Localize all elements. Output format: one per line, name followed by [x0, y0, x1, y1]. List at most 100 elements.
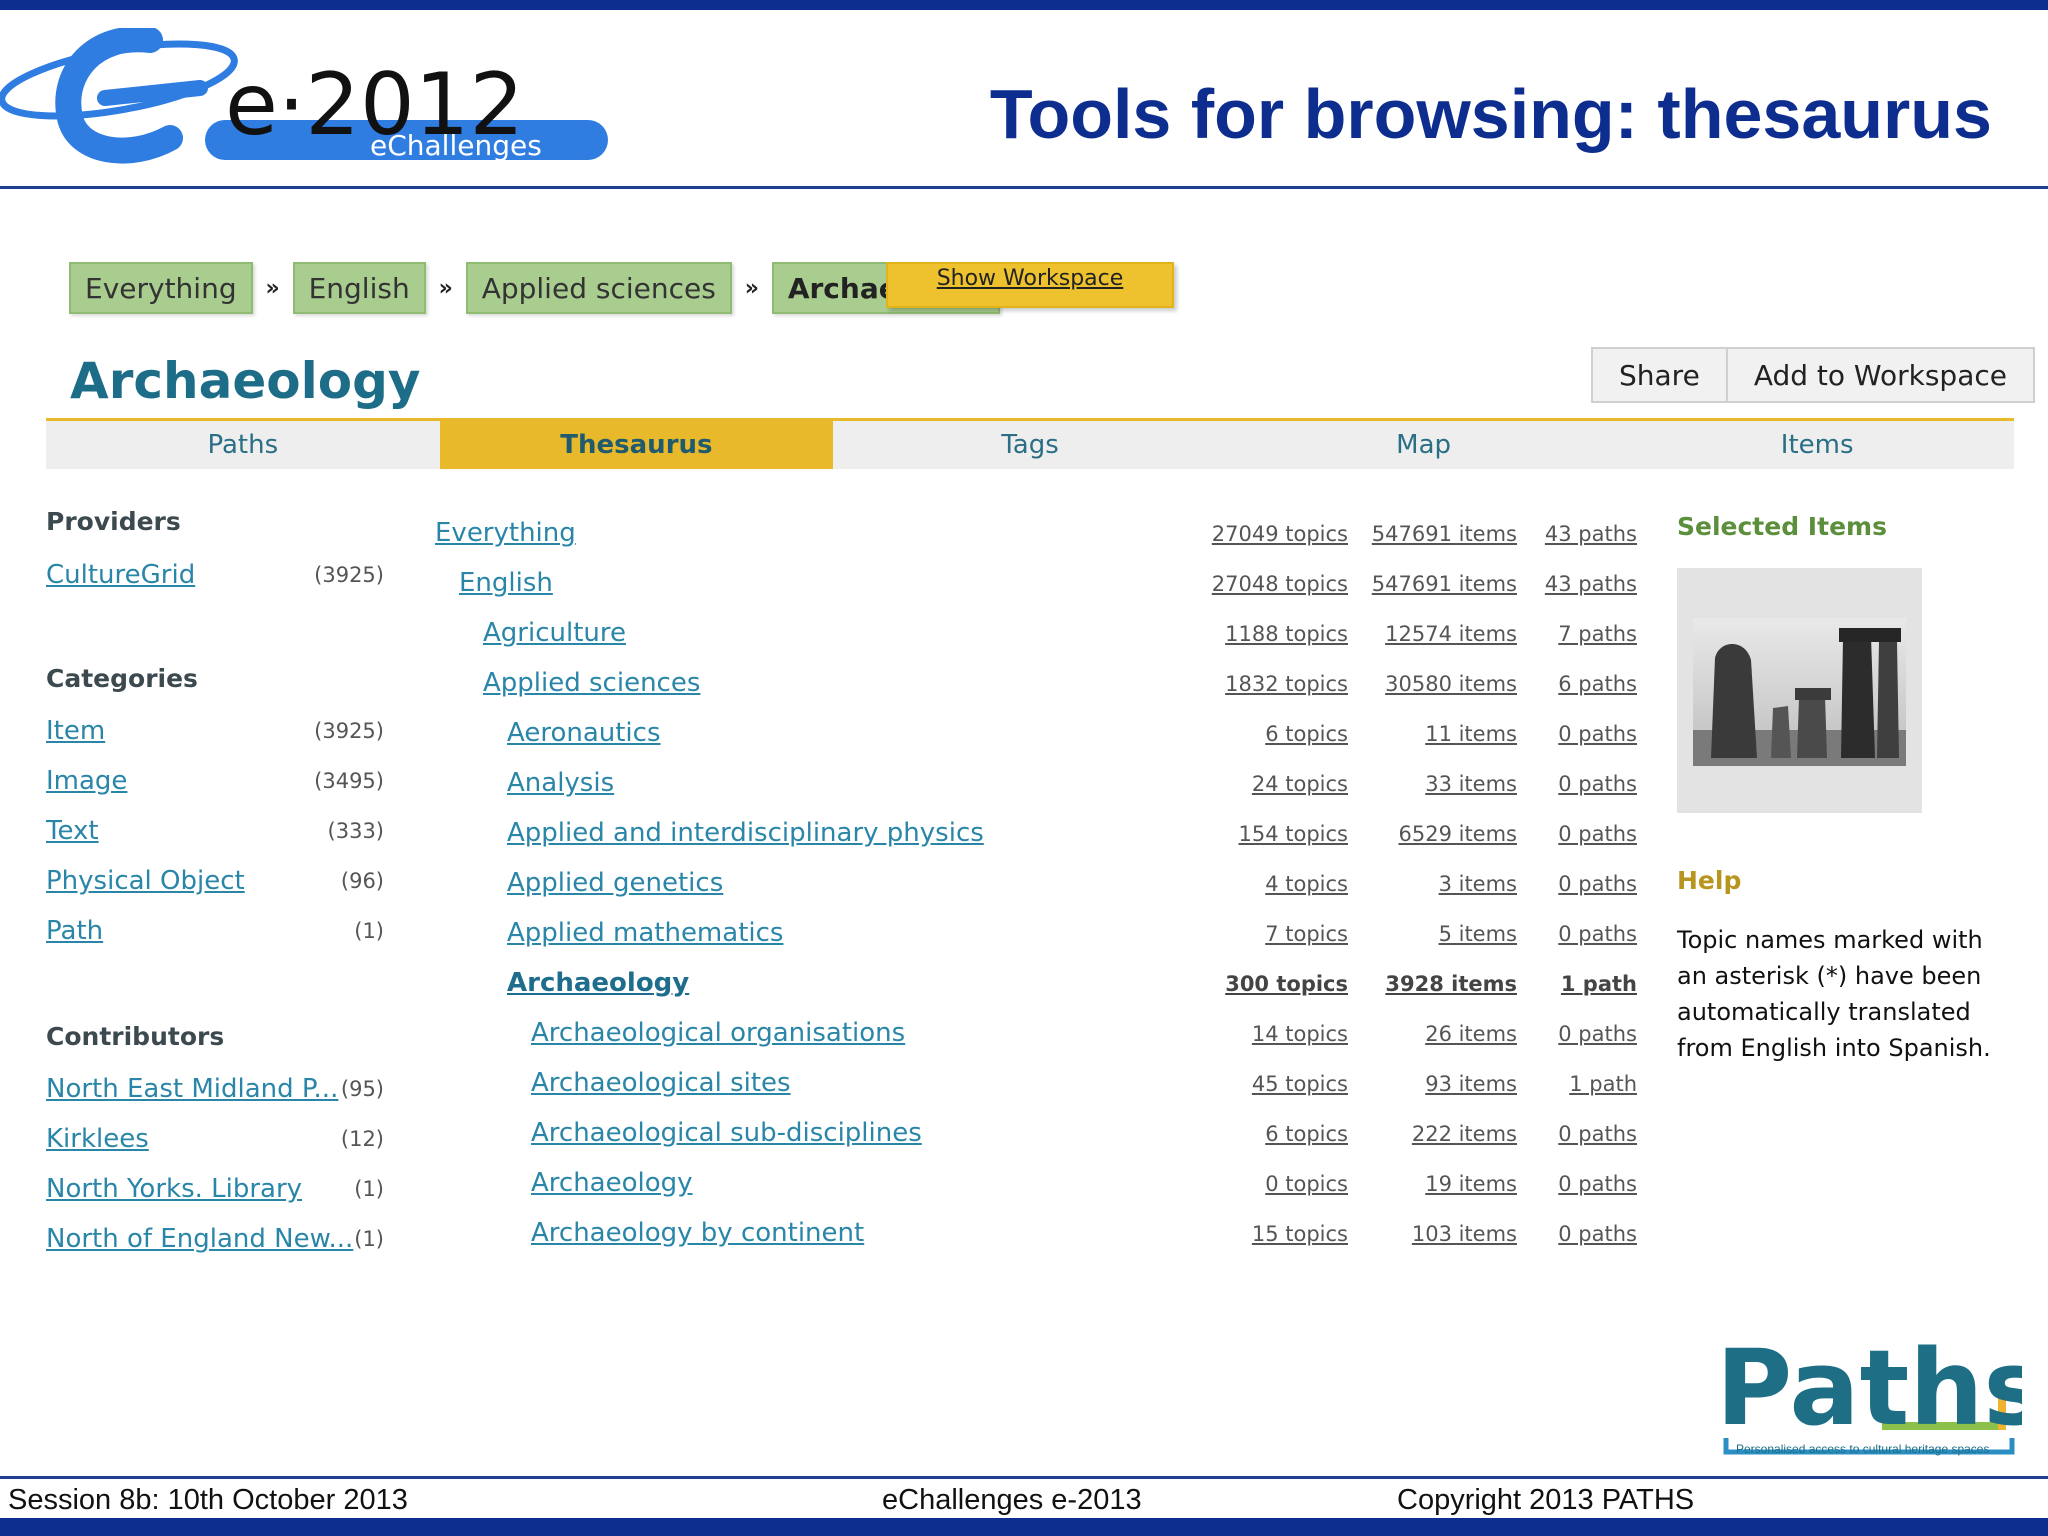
thesaurus-row: Applied and interdisciplinary physics 15…: [0, 818, 1640, 862]
footer-divider: [0, 1476, 2048, 1479]
topics-count-link[interactable]: 300 topics: [1160, 972, 1348, 1016]
topics-count-link[interactable]: 27048 topics: [1160, 572, 1348, 616]
breadcrumb-applied-sciences[interactable]: Applied sciences: [465, 262, 732, 314]
topics-count-link[interactable]: 1832 topics: [1160, 672, 1348, 716]
topic-link[interactable]: Archaeology by continent: [531, 1218, 864, 1248]
footer-event: eChallenges e-2013: [882, 1484, 1142, 1516]
paths-count-link[interactable]: 0 paths: [1530, 1122, 1637, 1166]
topic-link[interactable]: Archaeology: [531, 1168, 693, 1198]
thesaurus-row: Applied sciences 1832 topics 30580 items…: [0, 668, 1640, 712]
items-count-link[interactable]: 26 items: [1360, 1022, 1517, 1066]
footer-session: Session 8b: 10th October 2013: [8, 1484, 408, 1516]
items-count-link[interactable]: 5 items: [1360, 922, 1517, 966]
topic-link[interactable]: Archaeological organisations: [531, 1018, 905, 1048]
paths-count-link[interactable]: 0 paths: [1530, 722, 1637, 766]
topic-link[interactable]: Applied mathematics: [507, 918, 783, 948]
thesaurus-row: English 27048 topics 547691 items 43 pat…: [0, 568, 1640, 612]
tab-paths[interactable]: Paths: [46, 421, 440, 469]
add-to-workspace-button[interactable]: Add to Workspace: [1725, 349, 2033, 401]
thesaurus-row: Agriculture 1188 topics 12574 items 7 pa…: [0, 618, 1640, 662]
tab-items[interactable]: Items: [1620, 421, 2014, 469]
paths-count-link[interactable]: 0 paths: [1530, 822, 1637, 866]
breadcrumb-everything[interactable]: Everything: [69, 262, 253, 314]
thesaurus-row: Archaeology 0 topics 19 items 0 paths: [0, 1168, 1640, 1212]
topics-count-link[interactable]: 0 topics: [1160, 1172, 1348, 1216]
topic-link[interactable]: Applied and interdisciplinary physics: [507, 818, 984, 848]
items-count-link[interactable]: 11 items: [1360, 722, 1517, 766]
paths-count-link[interactable]: 0 paths: [1530, 872, 1637, 916]
thesaurus-row: Applied genetics 4 topics 3 items 0 path…: [0, 868, 1640, 912]
topic-link[interactable]: Analysis: [507, 768, 614, 798]
items-count-link[interactable]: 547691 items: [1360, 522, 1517, 566]
topics-count-link[interactable]: 6 topics: [1160, 722, 1348, 766]
items-count-link[interactable]: 6529 items: [1360, 822, 1517, 866]
topic-link[interactable]: Applied sciences: [483, 668, 700, 698]
paths-count-link[interactable]: 0 paths: [1530, 772, 1637, 816]
topics-count-link[interactable]: 24 topics: [1160, 772, 1348, 816]
topic-link-current[interactable]: Archaeology: [507, 968, 689, 998]
topics-count-link[interactable]: 4 topics: [1160, 872, 1348, 916]
items-count-link[interactable]: 30580 items: [1360, 672, 1517, 716]
slide-title: Tools for browsing: thesaurus: [989, 75, 1992, 153]
paths-count-link[interactable]: 43 paths: [1530, 572, 1637, 616]
items-count-link[interactable]: 222 items: [1360, 1122, 1517, 1166]
paths-count-link[interactable]: 0 paths: [1530, 1222, 1637, 1266]
paths-count-link[interactable]: 7 paths: [1530, 622, 1637, 666]
thesaurus-row: Archaeology by continent 15 topics 103 i…: [0, 1218, 1640, 1262]
share-button[interactable]: Share: [1593, 349, 1726, 401]
topics-count-link[interactable]: 154 topics: [1160, 822, 1349, 866]
topics-count-link[interactable]: 7 topics: [1160, 922, 1348, 966]
paths-count-link[interactable]: 0 paths: [1530, 1022, 1637, 1066]
stonehenge-thumbnail: [1693, 618, 1906, 766]
bottom-bar: [0, 1518, 2048, 1536]
topic-link[interactable]: Aeronautics: [507, 718, 661, 748]
paths-count-link[interactable]: 0 paths: [1530, 1172, 1637, 1216]
breadcrumb-separator: »: [744, 275, 759, 301]
topics-count-link[interactable]: 15 topics: [1160, 1222, 1348, 1266]
breadcrumb-separator: »: [265, 275, 280, 301]
items-count-link[interactable]: 3928 items: [1360, 972, 1517, 1016]
selected-item-card[interactable]: [1677, 568, 1922, 813]
tab-tags[interactable]: Tags: [833, 421, 1227, 469]
topics-count-link[interactable]: 14 topics: [1160, 1022, 1348, 1066]
topics-count-link[interactable]: 27049 topics: [1160, 522, 1348, 566]
thesaurus-row: Analysis 24 topics 33 items 0 paths: [0, 768, 1640, 812]
items-count-link[interactable]: 33 items: [1360, 772, 1517, 816]
topics-count-link[interactable]: 1188 topics: [1160, 622, 1348, 666]
thesaurus-row: Everything 27049 topics 547691 items 43 …: [0, 518, 1640, 562]
items-count-link[interactable]: 19 items: [1360, 1172, 1517, 1216]
topic-link[interactable]: Everything: [435, 518, 576, 548]
top-bar: [0, 0, 2048, 10]
help-heading: Help: [1677, 866, 1742, 895]
help-text: Topic names marked with an asterisk (*) …: [1677, 926, 1991, 1062]
thesaurus-row: Archaeological sites 45 topics 93 items …: [0, 1068, 1640, 1112]
footer-copyright: Copyright 2013 PATHS: [1397, 1484, 1695, 1516]
topic-link[interactable]: English: [459, 568, 553, 598]
tab-thesaurus[interactable]: Thesaurus: [439, 421, 834, 469]
paths-count-link[interactable]: 1 path: [1530, 972, 1637, 1016]
topic-link[interactable]: Agriculture: [483, 618, 626, 648]
topics-count-link[interactable]: 45 topics: [1160, 1072, 1348, 1116]
paths-count-link[interactable]: 6 paths: [1530, 672, 1637, 716]
items-count-link[interactable]: 103 items: [1360, 1222, 1517, 1266]
items-count-link[interactable]: 12574 items: [1360, 622, 1517, 666]
tab-map[interactable]: Map: [1227, 421, 1621, 469]
items-count-link[interactable]: 547691 items: [1360, 572, 1517, 616]
echallenges-logo: e·2012 eChallenges: [0, 28, 608, 164]
topic-link[interactable]: Archaeological sites: [531, 1068, 791, 1098]
show-workspace-button[interactable]: Show Workspace: [886, 262, 1174, 308]
paths-tagline: Personalised access to cultural heritage…: [1736, 1442, 1990, 1456]
paths-count-link[interactable]: 1 path: [1530, 1072, 1637, 1116]
paths-count-link[interactable]: 43 paths: [1530, 522, 1637, 566]
items-count-link[interactable]: 93 items: [1360, 1072, 1517, 1116]
items-count-link[interactable]: 3 items: [1360, 872, 1517, 916]
paths-count-link[interactable]: 0 paths: [1530, 922, 1637, 966]
thesaurus-row: Archaeological sub-disciplines 6 topics …: [0, 1118, 1640, 1162]
selected-items-heading: Selected Items: [1677, 512, 1887, 541]
topic-link[interactable]: Applied genetics: [507, 868, 723, 898]
topics-count-link[interactable]: 6 topics: [1160, 1122, 1348, 1166]
topic-link[interactable]: Archaeological sub-disciplines: [531, 1118, 922, 1148]
breadcrumb-english[interactable]: English: [292, 262, 426, 314]
thesaurus-row: Applied mathematics 7 topics 5 items 0 p…: [0, 918, 1640, 962]
breadcrumb: Everything » English » Applied sciences …: [69, 262, 1001, 314]
